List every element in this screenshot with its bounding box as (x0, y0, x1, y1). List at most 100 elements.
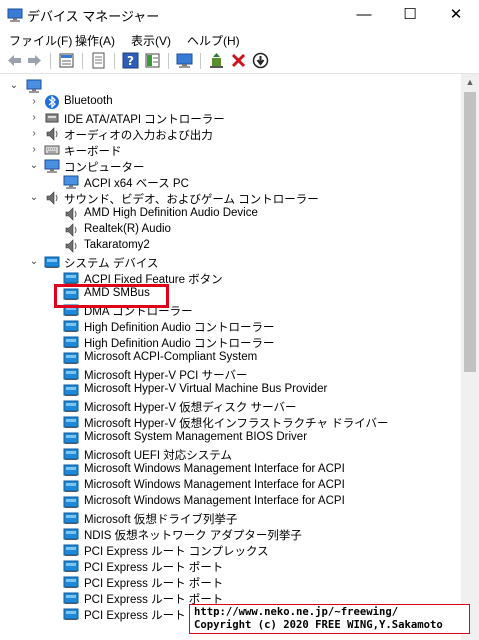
tree-device-item[interactable]: NDIS 仮想ネットワーク アダプター列挙子 (0, 526, 461, 542)
tree-device-item[interactable]: High Definition Audio コントローラー (0, 318, 461, 334)
tree-category[interactable]: ⌄ システム デバイス (0, 254, 461, 270)
tree-category[interactable]: ⌄ サウンド、ビデオ、およびゲーム コントローラー (0, 190, 461, 206)
menu-file[interactable]: ファイル(F) (9, 32, 72, 49)
scroll-up-arrow-icon[interactable]: ▲ (461, 74, 479, 91)
expand-chevron-icon[interactable]: ⌄ (9, 78, 19, 94)
minimize-button[interactable]: — (341, 0, 387, 30)
tree-device-item[interactable]: Takaratomy2 (0, 238, 461, 254)
tree-item-label: IDE ATA/ATAPI コントローラー (64, 114, 225, 126)
bluetooth-icon (45, 95, 59, 109)
tree-item-label: PCI Express ルート ポート (84, 562, 224, 574)
tree-item-label: Takaratomy2 (84, 239, 150, 251)
tree-item-label: Realtek(R) Audio (84, 223, 171, 235)
speaker-icon (46, 191, 58, 205)
system-device-icon (63, 448, 79, 460)
speaker-icon (65, 239, 77, 253)
system-device-icon (63, 528, 79, 540)
tree-device-item[interactable]: Microsoft Windows Management Interface f… (0, 494, 461, 510)
device-list-icon[interactable] (90, 52, 107, 69)
expand-chevron-down-icon[interactable]: ⌄ (29, 254, 39, 270)
tree-device-item[interactable]: Realtek(R) Audio (0, 222, 461, 238)
overlay-url: http://www.neko.ne.jp/~freewing/ (194, 606, 399, 618)
expand-chevron-right-icon[interactable]: › (29, 142, 39, 158)
tree-device-item[interactable]: Microsoft Hyper-V 仮想化インフラストラクチャ ドライバー (0, 414, 461, 430)
expand-chevron-right-icon[interactable]: › (29, 94, 39, 110)
tree-item-label: ACPI x64 ベース PC (84, 178, 189, 190)
tree-item-label: Bluetooth (64, 95, 113, 107)
tree-device-item[interactable]: Microsoft System Management BIOS Driver (0, 430, 461, 446)
help-icon[interactable]: ? (122, 52, 139, 69)
close-button[interactable]: ✕ (433, 0, 479, 30)
tree-device-item[interactable]: High Definition Audio コントローラー (0, 334, 461, 350)
tree-device-item[interactable]: ACPI x64 ベース PC (0, 174, 461, 190)
menu-bar: ファイル(F) 操作(A) 表示(V) ヘルプ(H) (0, 30, 479, 49)
menu-help[interactable]: ヘルプ(H) (187, 32, 240, 49)
system-device-icon (44, 256, 60, 268)
tree-item-label: Microsoft Windows Management Interface f… (84, 463, 345, 475)
tree-device-item[interactable]: Microsoft Windows Management Interface f… (0, 462, 461, 478)
tree-device-item[interactable]: Microsoft Hyper-V Virtual Machine Bus Pr… (0, 382, 461, 398)
properties-pane-icon[interactable] (58, 52, 75, 69)
menu-action[interactable]: 操作(A) (75, 32, 115, 49)
tree-category[interactable]: ⌄ コンピューター (0, 158, 461, 174)
tree-item-label: Microsoft Hyper-V PCI サーバー (84, 370, 248, 382)
tree-device-item[interactable]: Microsoft Hyper-V PCI サーバー (0, 366, 461, 382)
tree-device-item[interactable]: PCI Express ルート ポート (0, 558, 461, 574)
computer-icon (26, 79, 42, 93)
system-device-icon (63, 416, 79, 428)
tree-item-label: オーディオの入力および出力 (64, 130, 213, 142)
add-driver-icon[interactable] (208, 52, 225, 69)
update-driver-icon[interactable] (252, 52, 269, 69)
toolbar-separator (114, 53, 115, 69)
tree-device-item[interactable]: PCI Express ルート ポート (0, 574, 461, 590)
tree-category[interactable]: › Bluetooth (0, 94, 461, 110)
highlight-box (54, 284, 169, 308)
device-manager-app-icon (7, 8, 23, 22)
system-device-icon (63, 480, 79, 492)
back-arrow-icon[interactable] (6, 52, 23, 69)
tree-root[interactable]: ⌄ (0, 78, 461, 94)
tree-device-item[interactable]: Microsoft Windows Management Interface f… (0, 478, 461, 494)
system-device-icon (63, 368, 79, 380)
tree-item-label: Microsoft System Management BIOS Driver (84, 431, 308, 443)
forward-arrow-icon[interactable] (26, 52, 43, 69)
system-device-icon (63, 352, 79, 364)
tree-category[interactable]: › IDE ATA/ATAPI コントローラー (0, 110, 461, 126)
scroll-thumb[interactable] (464, 92, 476, 372)
expand-chevron-right-icon[interactable]: › (29, 110, 39, 126)
tree-device-item[interactable]: PCI Express ルート コンプレックス (0, 542, 461, 558)
tree-category[interactable]: › キーボード (0, 142, 461, 158)
system-device-icon (63, 544, 79, 556)
device-tree[interactable]: ⌄ › Bluetooth › IDE ATA/ATAPI コントローラー › オーディオ… (0, 74, 461, 640)
system-device-icon (63, 336, 79, 348)
tree-device-item[interactable]: Microsoft Hyper-V 仮想ディスク サーバー (0, 398, 461, 414)
tree-item-label: Microsoft Windows Management Interface f… (84, 495, 345, 507)
toolbar-separator (168, 53, 169, 69)
expand-chevron-down-icon[interactable]: ⌄ (29, 158, 39, 174)
copyright-overlay: http://www.neko.ne.jp/~freewing/ Copyrig… (189, 604, 470, 634)
monitor-scan-icon[interactable] (176, 52, 193, 69)
maximize-button[interactable]: ☐ (387, 0, 433, 30)
action-pane-icon[interactable] (144, 52, 161, 69)
overlay-copyright: Copyright (c) 2020 FREE WING,Y.Sakamoto (194, 619, 443, 631)
tree-device-item[interactable]: Microsoft ACPI-Compliant System (0, 350, 461, 366)
tree-item-label: PCI Express ルート コンプレックス (84, 546, 269, 558)
expand-chevron-down-icon[interactable]: ⌄ (29, 190, 39, 206)
tree-item-label: サウンド、ビデオ、およびゲーム コントローラー (64, 194, 319, 206)
tree-device-item[interactable]: Microsoft UEFI 対応システム (0, 446, 461, 462)
vertical-scrollbar[interactable]: ▲ (461, 74, 479, 640)
menu-view[interactable]: 表示(V) (131, 32, 171, 49)
keyboard-icon (44, 145, 60, 155)
tree-item-label: Microsoft Windows Management Interface f… (84, 479, 345, 491)
tree-device-item[interactable]: AMD High Definition Audio Device (0, 206, 461, 222)
system-device-icon (63, 432, 79, 444)
tree-device-item[interactable]: Microsoft 仮想ドライブ列挙子 (0, 510, 461, 526)
tree-item-label: Microsoft UEFI 対応システム (84, 450, 232, 462)
system-device-icon (63, 320, 79, 332)
tree-item-label: AMD High Definition Audio Device (84, 207, 258, 219)
toolbar-separator (200, 53, 201, 69)
uninstall-device-icon[interactable] (230, 52, 247, 69)
toolbar-separator (82, 53, 83, 69)
tree-category[interactable]: › オーディオの入力および出力 (0, 126, 461, 142)
expand-chevron-right-icon[interactable]: › (29, 126, 39, 142)
